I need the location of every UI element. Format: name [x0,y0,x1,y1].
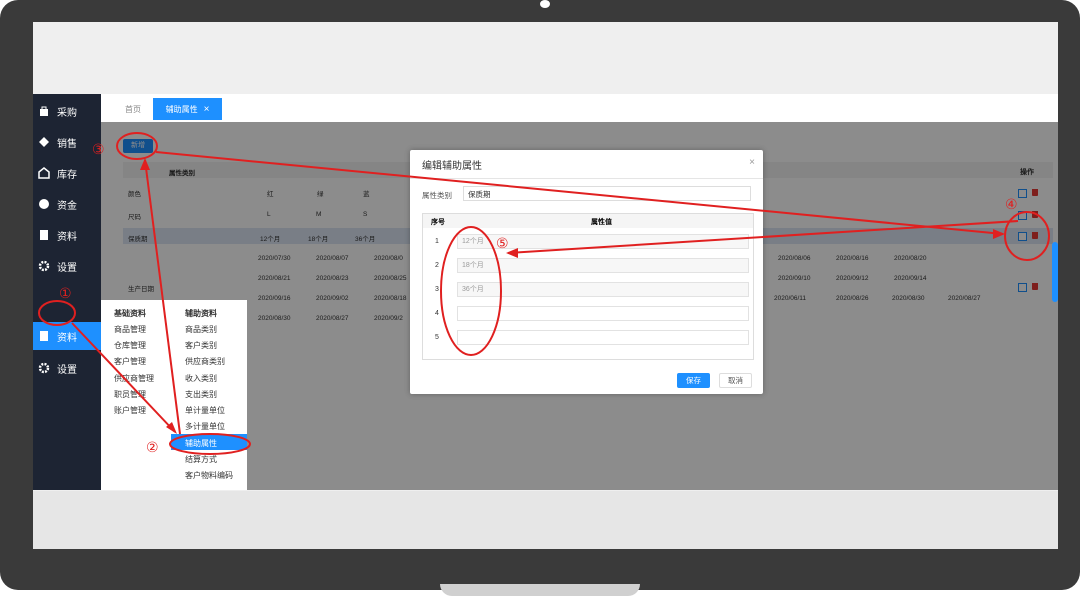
value-input[interactable]: 36个月 [457,282,749,297]
sidebar-item-label: 资料 [57,231,77,243]
menu-item[interactable]: 账户管理 [114,405,146,416]
gear-icon [38,260,50,272]
row-index: 4 [435,310,439,317]
sidebar-item-label: 资金 [57,200,77,212]
sidebar-item-label: 设置 [57,364,77,376]
sidebar-item-funds[interactable]: 资金 [33,190,101,218]
sidebar-item-label: 销售 [57,138,77,150]
warehouse-icon [38,167,50,179]
close-icon[interactable]: × [749,157,755,168]
document-icon [38,229,50,241]
menu-item[interactable]: 职员管理 [114,389,146,400]
sidebar-item-settings-2[interactable]: 设置 [33,354,101,382]
menu-item[interactable]: 结算方式 [185,454,217,465]
row-index: 1 [435,238,439,245]
menu-item[interactable]: 商品类别 [185,324,217,335]
sidebar-item-label: 采购 [57,107,77,119]
menu-item[interactable]: 客户管理 [114,356,146,367]
attribute-table: 序号 属性值 1 12个月 2 18个月 3 36个月 4 5 [422,213,754,360]
document-icon [38,330,50,342]
menu-item[interactable]: 单计量单位 [185,405,225,416]
menu-header-aux: 辅助资料 [185,309,217,318]
category-label: 属性类别 [422,191,452,200]
row-index: 5 [435,334,439,341]
sidebar-item-label: 资料 [57,332,77,344]
value-input[interactable] [457,306,749,321]
data-menu: 基础资料 商品管理 仓库管理 客户管理 供应商管理 职员管理 账户管理 辅助资料… [101,300,247,490]
sidebar-item-purchase[interactable]: 采购 [33,97,101,125]
row-index: 3 [435,286,439,293]
menu-item[interactable]: 支出类别 [185,389,217,400]
divider [410,178,763,179]
menu-item[interactable]: 客户类别 [185,340,217,351]
sidebar-item-label: 设置 [57,262,77,274]
attribute-table-header: 序号 属性值 [423,214,753,228]
tag-icon [38,136,50,148]
menu-item[interactable]: 供应商类别 [185,356,225,367]
menu-item[interactable]: 仓库管理 [114,340,146,351]
tab-label: 辅助属性 [165,104,198,114]
tab-home[interactable]: 首页 [113,98,153,120]
sidebar-item-inventory[interactable]: 库存 [33,159,101,187]
sidebar-item-data[interactable]: 资料 [33,221,101,249]
tab-bar: 首页 辅助属性 × [101,94,1058,122]
col-value-header: 属性值 [591,219,612,226]
scrollbar[interactable] [1052,242,1058,302]
value-input[interactable] [457,330,749,345]
value-input[interactable]: 18个月 [457,258,749,273]
laptop-base [440,584,640,596]
menu-item[interactable]: 供应商管理 [114,373,154,384]
coin-icon [38,198,50,210]
sidebar-item-settings[interactable]: 设置 [33,252,101,280]
row-index: 2 [435,262,439,269]
screen-bottom-band [33,491,1058,549]
tab-aux-attributes[interactable]: 辅助属性 × [153,98,222,120]
gear-icon [38,362,50,374]
edit-attribute-modal: 编辑辅助属性 × 属性类别 保质期 序号 属性值 1 12个月 2 18个月 3… [410,150,763,394]
menu-item[interactable]: 客户物料编码 [185,470,233,481]
menu-item[interactable]: 商品管理 [114,324,146,335]
screen: 采购 销售 库存 资金 资料 设置 资料 设置 首页 辅助属性 × 新增 属性类… [33,22,1058,549]
sidebar-item-sales[interactable]: 销售 [33,128,101,156]
sidebar: 采购 销售 库存 资金 资料 设置 资料 设置 [33,94,101,490]
sidebar-item-data-active[interactable]: 资料 [33,322,101,350]
menu-item[interactable]: 多计量单位 [185,421,225,432]
menu-header-basic: 基础资料 [114,309,146,318]
menu-item[interactable]: 收入类别 [185,373,217,384]
save-button[interactable]: 保存 [677,373,710,388]
menu-item-aux-attributes[interactable]: 辅助属性 [185,438,217,449]
category-input[interactable]: 保质期 [463,186,751,201]
modal-title: 编辑辅助属性 [422,161,482,172]
value-input[interactable]: 12个月 [457,234,749,249]
camera-dot [540,0,550,8]
cancel-button[interactable]: 取消 [719,373,752,388]
sidebar-item-label: 库存 [57,169,77,181]
bag-icon [38,105,50,117]
col-index-header: 序号 [431,219,445,226]
close-icon[interactable]: × [204,104,210,115]
